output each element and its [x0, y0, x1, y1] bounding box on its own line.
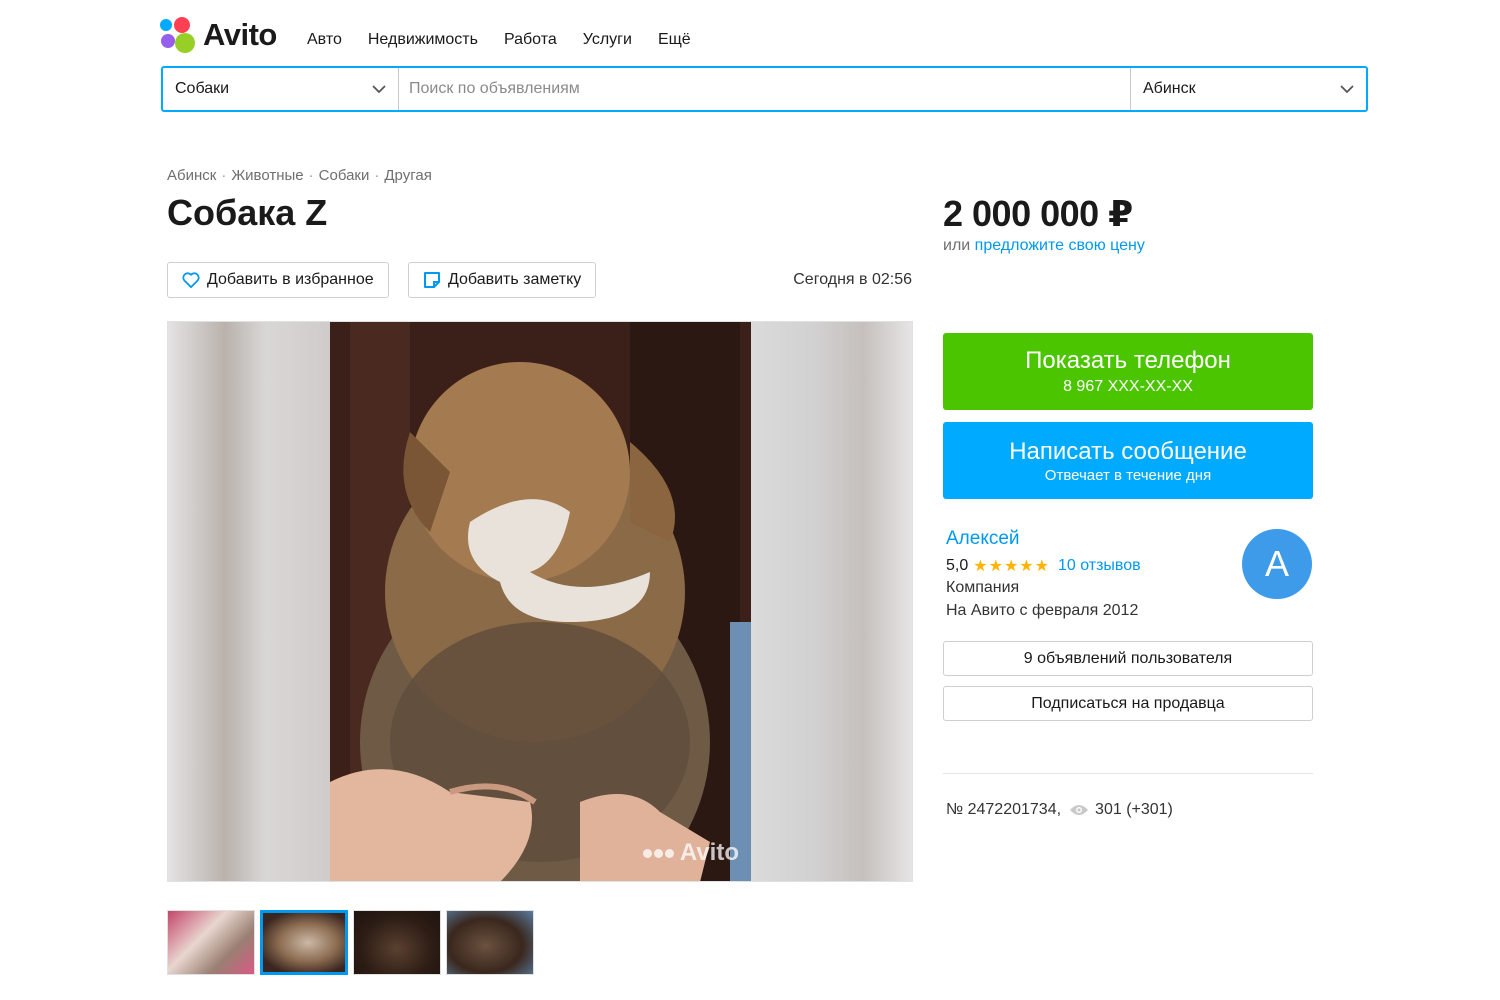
- search-bar: Собаки Абинск: [161, 66, 1368, 112]
- avito-watermark: Avito: [642, 839, 739, 867]
- top-navigation: Авто Недвижимость Работа Услуги Ещё: [307, 31, 691, 49]
- seller-rating: 5,0 ★★★★★ 10 отзывов: [946, 556, 1141, 576]
- seller-avatar[interactable]: А: [1242, 529, 1312, 599]
- add-note-button[interactable]: Добавить заметку: [408, 262, 597, 298]
- reviews-link[interactable]: 10 отзывов: [1058, 557, 1141, 575]
- breadcrumb: Абинск · Животные · Собаки · Другая: [167, 167, 432, 184]
- rating-value: 5,0: [946, 557, 969, 574]
- listing-meta: № 2472201734, 301 (+301): [946, 801, 1173, 819]
- chevron-down-icon: [372, 84, 386, 93]
- nav-item-more[interactable]: Ещё: [658, 31, 691, 49]
- breadcrumb-item[interactable]: Другая: [384, 167, 431, 184]
- listing-date: Сегодня в 02:56: [793, 271, 912, 288]
- breadcrumb-separator: ·: [374, 167, 380, 184]
- avito-logo[interactable]: Avito: [160, 17, 277, 53]
- breadcrumb-item[interactable]: Животные: [231, 167, 303, 184]
- city-select[interactable]: Абинск: [1130, 68, 1366, 110]
- subscribe-seller-button[interactable]: Подписаться на продавца: [943, 686, 1313, 721]
- offer-price-link[interactable]: предложите свою цену: [975, 237, 1145, 254]
- nav-item-services[interactable]: Услуги: [583, 31, 632, 49]
- thumbnail[interactable]: [353, 910, 441, 975]
- gallery-blur-left: [168, 322, 331, 881]
- thumbnail[interactable]: [167, 910, 255, 975]
- send-message-button[interactable]: Написать сообщение Отвечает в течение дн…: [943, 422, 1313, 499]
- dog-photo-image: [330, 322, 751, 881]
- logo-text: Avito: [203, 17, 277, 52]
- watermark-text: Avito: [679, 839, 739, 866]
- phone-number-masked: 8 967 XXX-XX-XX: [1063, 378, 1193, 395]
- search-input[interactable]: [399, 68, 1130, 110]
- photo-gallery[interactable]: Avito: [167, 321, 913, 882]
- thumbnail-active[interactable]: [260, 910, 348, 975]
- seller-type: Компания: [946, 579, 1020, 596]
- listing-id: № 2472201734,: [946, 801, 1062, 818]
- breadcrumb-item[interactable]: Собаки: [319, 167, 370, 184]
- nav-item-auto[interactable]: Авто: [307, 31, 342, 49]
- thumbnail-strip: [167, 910, 534, 975]
- show-phone-button[interactable]: Показать телефон 8 967 XXX-XX-XX: [943, 333, 1313, 410]
- eye-icon: [1070, 805, 1089, 815]
- breadcrumb-separator: ·: [308, 167, 314, 184]
- city-select-value: Абинск: [1143, 80, 1196, 97]
- price: 2 000 000 ₽: [943, 193, 1133, 234]
- divider: [943, 773, 1313, 774]
- show-phone-label: Показать телефон: [1025, 347, 1231, 374]
- seller-since: На Авито с февраля 2012: [946, 602, 1139, 619]
- category-select-value: Собаки: [175, 80, 230, 97]
- listing-title: Собака Z: [167, 192, 328, 233]
- category-select[interactable]: Собаки: [163, 68, 399, 110]
- chevron-down-icon: [1340, 84, 1354, 93]
- rating-stars-icon: ★★★★★: [973, 558, 1050, 575]
- add-to-favorites-label: Добавить в избранное: [207, 271, 374, 288]
- view-count: 301 (+301): [1095, 801, 1173, 818]
- thumbnail[interactable]: [446, 910, 534, 975]
- breadcrumb-item[interactable]: Абинск: [167, 167, 216, 184]
- heart-icon: [182, 272, 200, 288]
- main-photo[interactable]: Avito: [330, 322, 751, 881]
- offer-prefix: или: [943, 237, 975, 254]
- breadcrumb-separator: ·: [221, 167, 227, 184]
- seller-ads-button[interactable]: 9 объявлений пользователя: [943, 641, 1313, 676]
- add-note-label: Добавить заметку: [448, 271, 582, 288]
- nav-item-realty[interactable]: Недвижимость: [368, 31, 478, 49]
- logo-dots-icon: [160, 17, 196, 53]
- seller-name-link[interactable]: Алексей: [946, 528, 1020, 550]
- note-icon: [424, 272, 440, 288]
- response-time: Отвечает в течение дня: [1044, 466, 1212, 484]
- nav-item-jobs[interactable]: Работа: [504, 31, 557, 49]
- send-message-label: Написать сообщение: [1009, 437, 1247, 465]
- price-offer: или предложите свою цену: [943, 237, 1145, 255]
- add-to-favorites-button[interactable]: Добавить в избранное: [167, 262, 389, 298]
- gallery-blur-right: [749, 322, 912, 881]
